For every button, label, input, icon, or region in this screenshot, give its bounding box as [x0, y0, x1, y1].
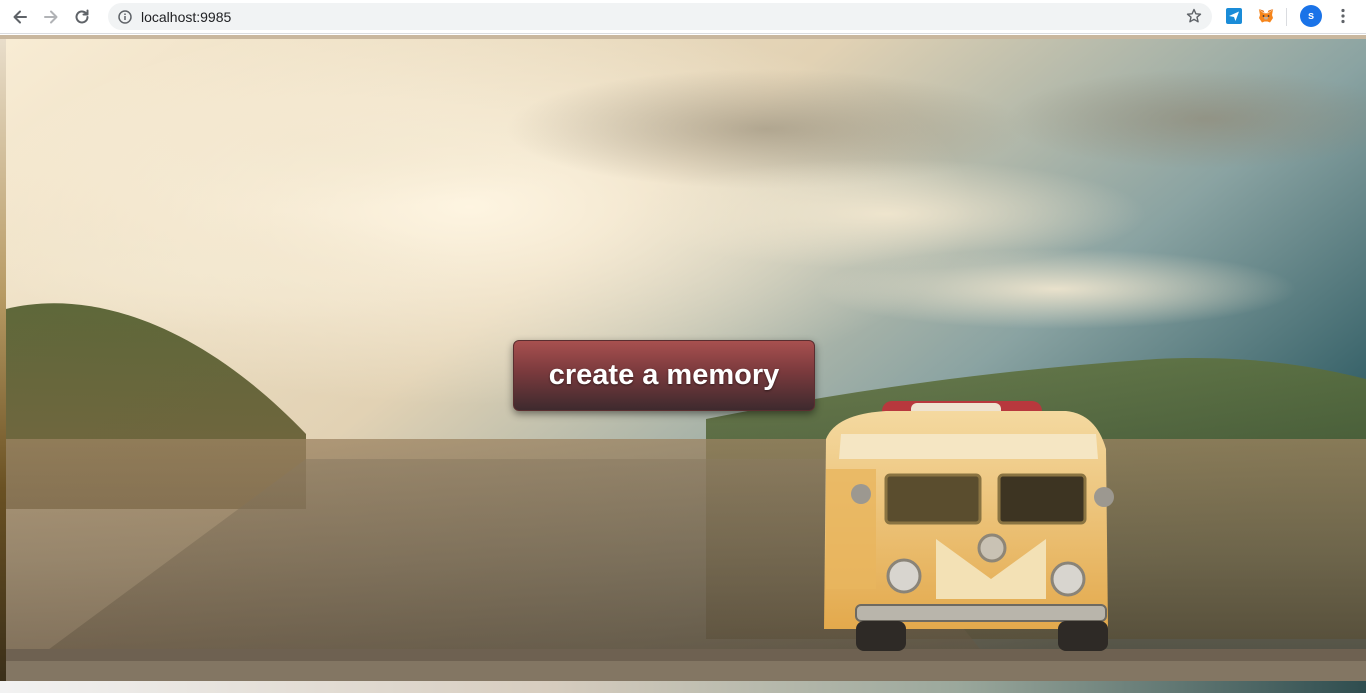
address-bar[interactable]: localhost:9985	[108, 3, 1212, 30]
create-memory-button[interactable]: create a memory	[513, 340, 815, 411]
page-viewport: create a memory	[0, 35, 1366, 693]
browser-toolbar: localhost:9985 s	[0, 0, 1366, 34]
url-text[interactable]: localhost:9985	[141, 9, 231, 25]
reload-button[interactable]	[71, 6, 93, 28]
profile-avatar[interactable]: s	[1300, 5, 1322, 27]
toolbar-divider	[1286, 8, 1287, 26]
toy-van-illustration	[824, 401, 1114, 651]
bottom-strip	[0, 681, 1366, 693]
star-icon[interactable]	[1186, 8, 1202, 24]
back-arrow-icon	[13, 10, 27, 23]
back-button[interactable]	[9, 6, 31, 28]
metamask-fox-icon[interactable]	[1257, 7, 1275, 25]
extension-blue-icon[interactable]	[1225, 7, 1243, 25]
info-icon[interactable]	[118, 9, 132, 24]
forward-button[interactable]	[40, 6, 62, 28]
reload-icon	[75, 9, 89, 23]
kebab-menu-icon[interactable]	[1334, 7, 1352, 25]
forward-arrow-icon	[44, 10, 58, 23]
